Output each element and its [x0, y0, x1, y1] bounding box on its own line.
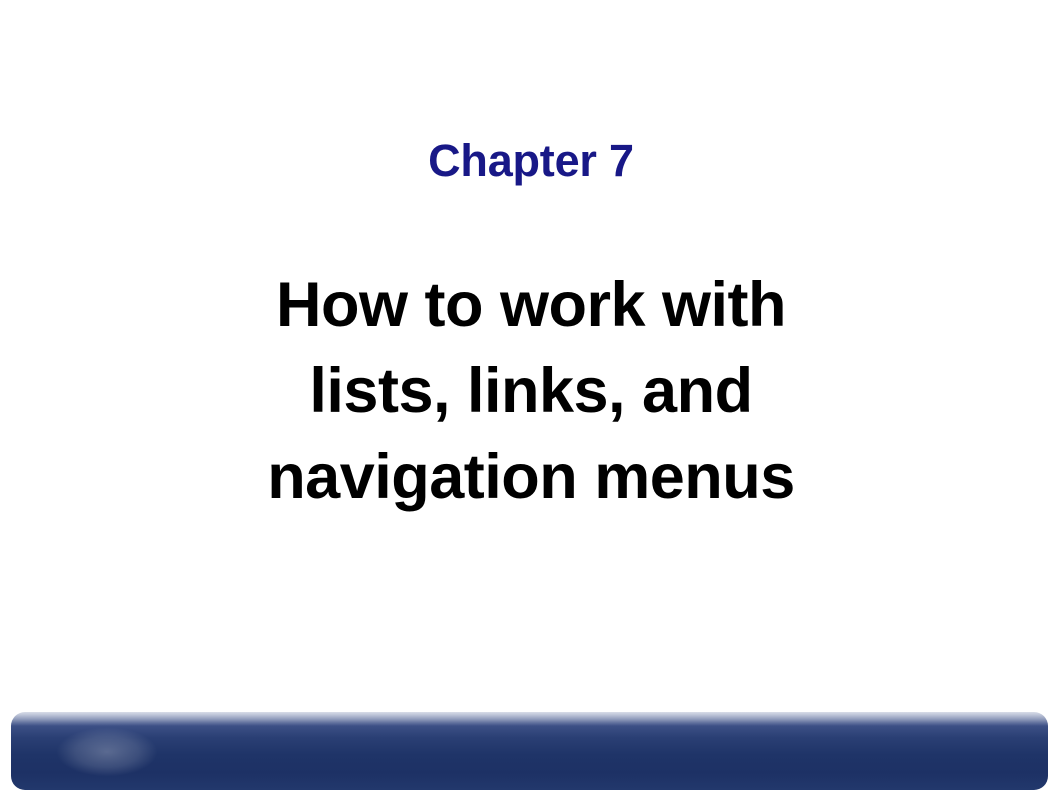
slide-title: How to work with lists, links, and navig…	[0, 262, 1062, 520]
slide-footer: murach Murach's HTML and CSS, 5th © 2022…	[11, 712, 1048, 790]
slide-title-line-2: lists, links, and	[309, 356, 753, 426]
slide-title-line-1: How to work with	[276, 270, 786, 340]
slide-title-line-3: navigation menus	[267, 442, 795, 512]
chapter-heading: Chapter 7	[428, 135, 634, 186]
slide-canvas: Chapter 7 How to work with lists, links,…	[0, 0, 1062, 797]
